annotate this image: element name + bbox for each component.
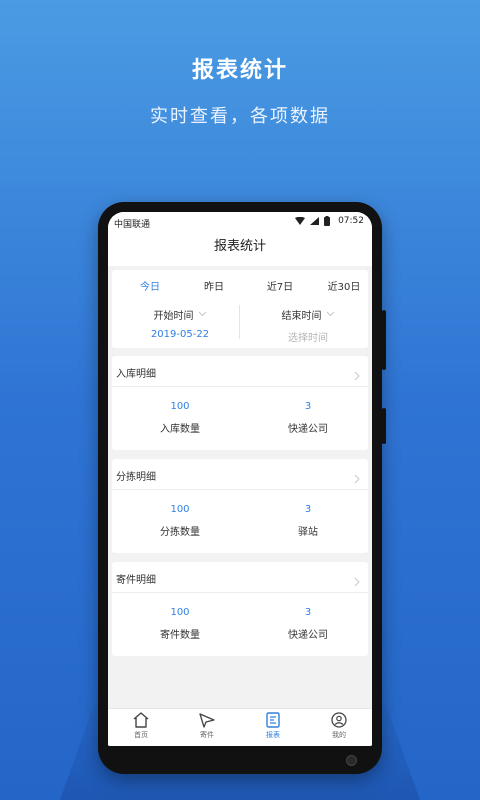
page-title: 报表统计 bbox=[108, 232, 372, 266]
battery-icon bbox=[324, 216, 331, 226]
stat-item: 100 分拣数量 bbox=[120, 504, 240, 538]
promo-title: 报表统计 bbox=[191, 58, 288, 83]
report-icon bbox=[240, 712, 306, 728]
chevron-right-icon bbox=[354, 572, 360, 591]
stat-label: 快递公司 bbox=[288, 630, 328, 641]
stat-item: 3 快递公司 bbox=[248, 401, 368, 435]
stat-label: 寄件数量 bbox=[160, 630, 200, 641]
stat-value: 100 bbox=[170, 504, 190, 515]
nav-item-send[interactable]: 寄件 bbox=[174, 712, 240, 740]
stat-value: 3 bbox=[304, 401, 312, 412]
chevron-down-icon bbox=[326, 309, 335, 320]
tab-last-30-days[interactable]: 近30日 bbox=[314, 278, 372, 293]
stat-label: 驿站 bbox=[298, 527, 318, 538]
nav-item-report[interactable]: 报表 bbox=[240, 712, 306, 740]
stat-item: 3 驿站 bbox=[248, 504, 368, 538]
nav-item-home[interactable]: 首页 bbox=[108, 712, 174, 740]
start-time-label: 开始时间 bbox=[153, 311, 194, 322]
start-time-picker[interactable]: 开始时间 2019-05-22 bbox=[120, 304, 240, 340]
stat-value: 100 bbox=[170, 607, 190, 618]
wifi-icon bbox=[295, 217, 306, 225]
section-card-sorting: 分拣明细 100 分拣数量 3 驿站 bbox=[112, 459, 368, 553]
status-time: 07:52 bbox=[338, 216, 364, 226]
section-title: 寄件明细 bbox=[116, 575, 156, 586]
date-filter-panel: 今日 昨日 近7日 近30日 开始时间 2019-05-22 结束时间 选择时间 bbox=[112, 270, 368, 348]
stat-value: 3 bbox=[304, 607, 312, 618]
phone-side-button bbox=[382, 310, 386, 370]
send-plane-icon bbox=[174, 712, 240, 728]
tab-today[interactable]: 今日 bbox=[120, 278, 180, 293]
section-title: 分拣明细 bbox=[116, 472, 156, 483]
home-icon bbox=[108, 712, 174, 728]
nav-item-profile[interactable]: 我的 bbox=[306, 712, 372, 740]
chevron-down-icon bbox=[198, 309, 207, 320]
phone-side-button bbox=[382, 408, 386, 444]
section-card-shipping: 寄件明细 100 寄件数量 3 快递公司 bbox=[112, 562, 368, 656]
end-time-label: 结束时间 bbox=[281, 311, 322, 322]
camera-icon bbox=[346, 755, 357, 766]
section-header[interactable]: 入库明细 bbox=[112, 356, 368, 387]
stat-label: 入库数量 bbox=[160, 424, 200, 435]
end-time-picker[interactable]: 结束时间 选择时间 bbox=[248, 304, 368, 344]
tab-yesterday[interactable]: 昨日 bbox=[184, 278, 244, 293]
signal-icon bbox=[310, 217, 320, 225]
stat-value: 3 bbox=[304, 504, 312, 515]
tab-last-7-days[interactable]: 近7日 bbox=[250, 278, 310, 293]
section-header[interactable]: 寄件明细 bbox=[112, 562, 368, 593]
section-header[interactable]: 分拣明细 bbox=[112, 459, 368, 490]
status-bar: 中国联通 07:52 bbox=[108, 212, 372, 232]
phone-screen: 中国联通 07:52 报表统计 今日 昨日 近7日 近30日 开始时间 2019… bbox=[108, 212, 372, 746]
stat-value: 100 bbox=[170, 401, 190, 412]
chevron-right-icon bbox=[354, 366, 360, 385]
end-time-placeholder: 选择时间 bbox=[288, 333, 328, 344]
nav-label: 报表 bbox=[266, 731, 280, 739]
start-time-value: 2019-05-22 bbox=[150, 329, 210, 340]
promo-subtitle: 实时查看，各项数据 bbox=[150, 106, 330, 127]
stat-item: 100 入库数量 bbox=[120, 401, 240, 435]
phone-frame: 中国联通 07:52 报表统计 今日 昨日 近7日 近30日 开始时间 2019… bbox=[98, 202, 386, 774]
range-divider bbox=[239, 305, 240, 339]
date-range-tabs: 今日 昨日 近7日 近30日 bbox=[112, 278, 368, 294]
stat-item: 3 快递公司 bbox=[248, 607, 368, 641]
user-icon bbox=[306, 712, 372, 728]
chevron-right-icon bbox=[354, 469, 360, 488]
carrier-name: 中国联通 bbox=[114, 220, 151, 230]
section-card-inbound: 入库明细 100 入库数量 3 快递公司 bbox=[112, 356, 368, 450]
stat-label: 分拣数量 bbox=[160, 527, 200, 538]
stat-item: 100 寄件数量 bbox=[120, 607, 240, 641]
nav-label: 我的 bbox=[332, 731, 346, 739]
nav-label: 首页 bbox=[134, 731, 148, 739]
bottom-nav: 首页 寄件 报表 我的 bbox=[108, 708, 372, 746]
section-title: 入库明细 bbox=[116, 369, 156, 380]
nav-label: 寄件 bbox=[200, 731, 214, 739]
stat-label: 快递公司 bbox=[288, 424, 328, 435]
